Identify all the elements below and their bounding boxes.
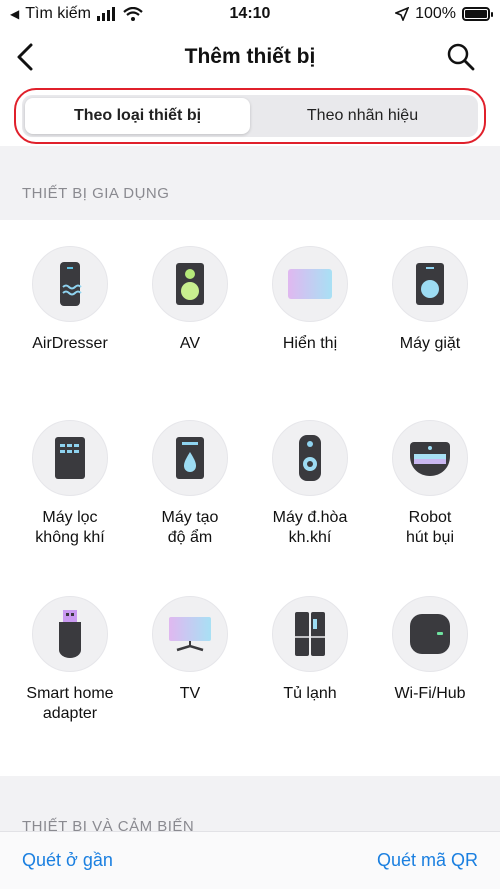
device-item-robot-vacuum[interactable]: Robot hút bụi [370, 420, 490, 548]
search-icon [447, 43, 475, 71]
device-item-airdresser[interactable]: AirDresser [10, 246, 130, 354]
wifi-hub-icon [410, 614, 450, 654]
device-label: Máy lọc không khí [35, 509, 105, 546]
device-item-av[interactable]: AV [130, 246, 250, 354]
air-conditioner-remote-icon [299, 435, 321, 481]
section-header-home-appliances: THIẾT BỊ GIA DỤNG [22, 185, 170, 202]
device-icon-circle [32, 420, 108, 496]
bottom-action-bar: Quét ở gần Quét mã QR [0, 831, 500, 889]
tv-icon [169, 617, 211, 652]
humidifier-icon [176, 437, 204, 479]
chevron-left-icon [17, 43, 33, 71]
back-button[interactable] [10, 40, 40, 74]
airdresser-icon [60, 262, 82, 306]
device-label: Robot hút bụi [405, 509, 455, 546]
tab-by-device-type[interactable]: Theo loại thiết bị [25, 98, 250, 134]
tab-selector-highlight: Theo loại thiết bị Theo nhãn hiệu [14, 88, 486, 144]
refrigerator-icon [295, 612, 325, 656]
robot-vacuum-icon [410, 442, 450, 476]
display-icon [288, 269, 332, 299]
device-label: Máy tạo độ ẩm [161, 509, 219, 546]
scan-qr-button[interactable]: Quét mã QR [377, 850, 478, 871]
battery-icon [462, 7, 493, 21]
status-left: ◀ Tìm kiếm [10, 5, 143, 23]
location-arrow-icon [395, 7, 410, 21]
washer-icon [416, 263, 444, 305]
device-icon-circle [152, 596, 228, 672]
wifi-icon [123, 7, 143, 21]
device-icon-circle [392, 246, 468, 322]
search-button[interactable] [444, 40, 478, 74]
signal-icon [97, 7, 116, 21]
device-icon-circle [272, 246, 348, 322]
device-item-washer[interactable]: Máy giặt [370, 246, 490, 354]
device-label: Wi-Fi/Hub [394, 685, 466, 702]
device-item-air-purifier[interactable]: Máy lọc không khí [10, 420, 130, 548]
air-purifier-icon [55, 437, 85, 479]
device-icon-circle [152, 420, 228, 496]
device-label: Hiển thị [282, 335, 338, 352]
device-item-smart-home-adapter[interactable]: Smart home adapter [10, 596, 130, 724]
usb-adapter-icon [59, 610, 81, 658]
scan-nearby-button[interactable]: Quét ở gần [22, 850, 113, 871]
device-item-humidifier[interactable]: Máy tạo độ ẩm [130, 420, 250, 548]
battery-percent: 100% [415, 5, 456, 22]
back-to-app-icon[interactable]: ◀ [10, 7, 19, 21]
device-label: Máy đ.hòa kh.khí [272, 509, 348, 546]
tab-by-brand[interactable]: Theo nhãn hiệu [250, 98, 475, 134]
device-item-air-conditioner[interactable]: Máy đ.hòa kh.khí [250, 420, 370, 548]
segmented-control: Theo loại thiết bị Theo nhãn hiệu [22, 95, 478, 137]
speaker-icon [176, 263, 204, 305]
device-label: Máy giặt [399, 335, 461, 352]
device-label: Tủ lạnh [283, 685, 337, 702]
device-item-wifi-hub[interactable]: Wi-Fi/Hub [370, 596, 490, 704]
device-grid: AirDresser AV Hiển thị Máy giặt Máy lọc … [0, 220, 500, 776]
device-icon-circle [392, 596, 468, 672]
status-bar: ◀ Tìm kiếm 14:10 100% [0, 0, 500, 28]
device-label: AirDresser [32, 335, 108, 352]
device-item-refrigerator[interactable]: Tủ lạnh [250, 596, 370, 704]
section-header-band [0, 146, 500, 220]
device-icon-circle [272, 596, 348, 672]
device-item-tv[interactable]: TV [130, 596, 250, 704]
device-label: Smart home adapter [26, 685, 114, 722]
device-icon-circle [392, 420, 468, 496]
device-icon-circle [152, 246, 228, 322]
device-label: TV [179, 685, 201, 702]
device-item-display[interactable]: Hiển thị [250, 246, 370, 354]
device-icon-circle [32, 596, 108, 672]
device-icon-circle [272, 420, 348, 496]
device-icon-circle [32, 246, 108, 322]
status-right: 100% [395, 5, 493, 23]
navigation-bar: Thêm thiết bị [0, 28, 500, 86]
page-title: Thêm thiết bị [184, 45, 316, 68]
device-label: AV [179, 335, 201, 352]
carrier-label: Tìm kiếm [25, 5, 92, 22]
